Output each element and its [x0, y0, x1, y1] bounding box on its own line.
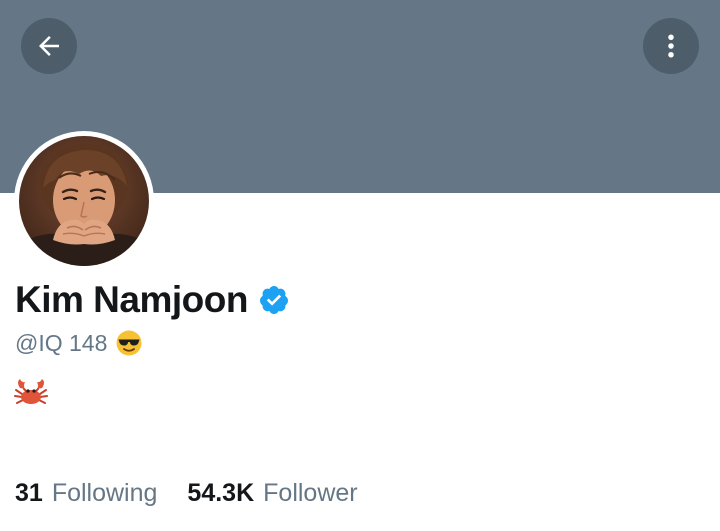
avatar [19, 136, 149, 266]
display-name-row: Kim Namjoon [15, 276, 290, 324]
following-stat[interactable]: 31 Following [15, 479, 157, 508]
profile-page: Kim Namjoon @IQ 148 31 Following 54.3K F… [0, 0, 720, 531]
more-options-button[interactable] [643, 18, 699, 74]
more-vertical-icon [668, 34, 674, 58]
crab-icon [14, 379, 48, 404]
avatar-frame[interactable] [14, 131, 154, 271]
username-handle: @IQ 148 [15, 329, 108, 356]
follower-count: 54.3K [187, 478, 255, 507]
following-count: 31 [15, 478, 43, 507]
back-button[interactable] [21, 18, 77, 74]
smiling-face-with-sunglasses-icon [116, 330, 142, 356]
follow-stats: 31 Following 54.3K Follower [15, 475, 358, 511]
handle-row: @IQ 148 [15, 326, 143, 360]
display-name: Kim Namjoon [15, 279, 248, 320]
bio [14, 375, 48, 409]
following-label: Following [51, 478, 158, 507]
arrow-left-icon [39, 36, 59, 56]
follower-label: Follower [263, 478, 358, 507]
follower-stat[interactable]: 54.3K Follower [187, 479, 357, 508]
verified-badge-icon [259, 286, 288, 314]
